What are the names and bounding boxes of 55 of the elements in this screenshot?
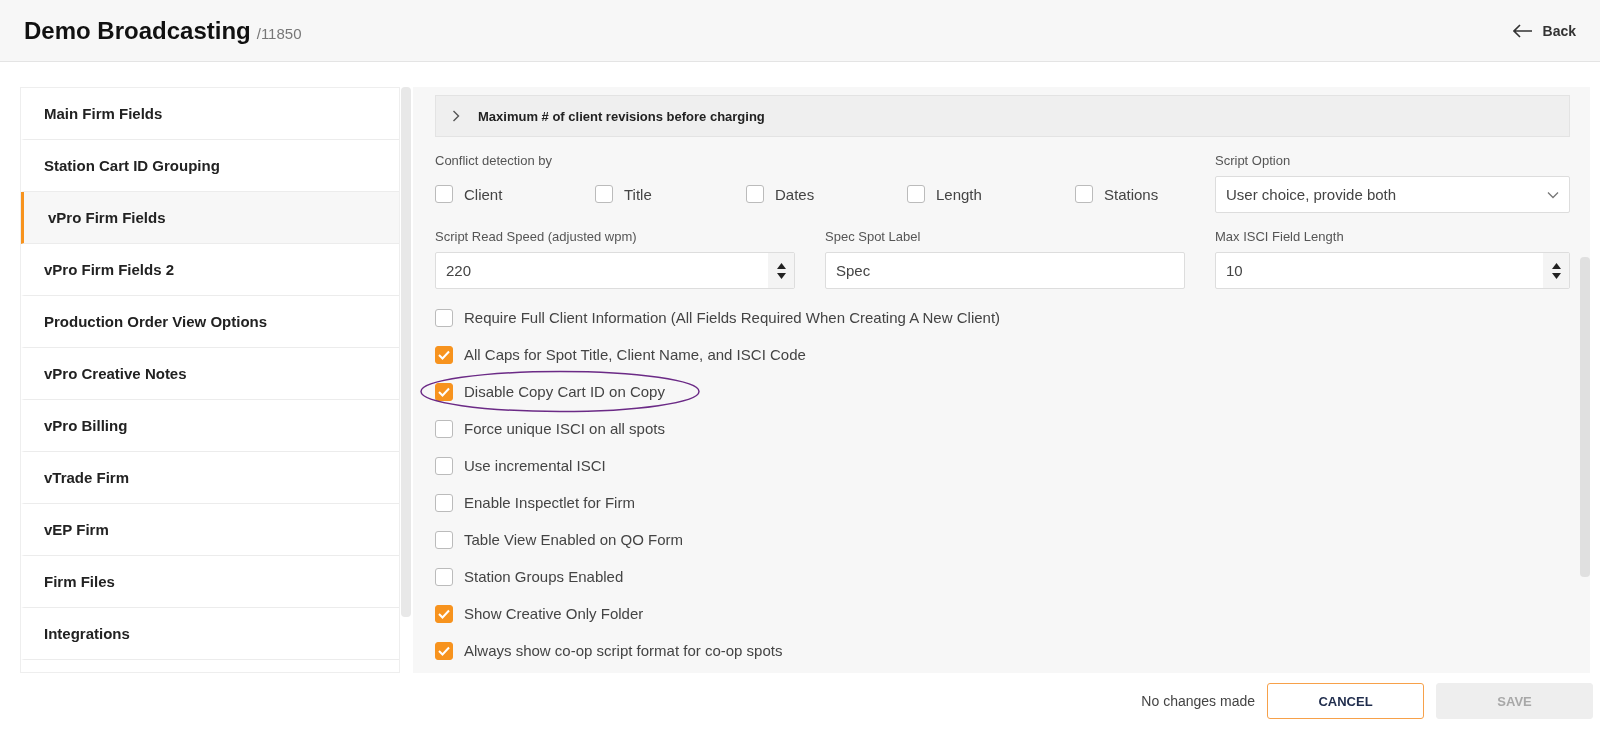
checkbox-label: Stations bbox=[1104, 185, 1159, 203]
checkbox-label: Station Groups Enabled bbox=[464, 568, 624, 585]
checkbox[interactable] bbox=[907, 185, 925, 203]
accordion-header[interactable]: Maximum # of client revisions before charging bbox=[435, 95, 1570, 137]
checkbox[interactable] bbox=[435, 530, 453, 549]
input-field[interactable]: 220 bbox=[435, 252, 795, 289]
spin-up-icon[interactable] bbox=[776, 262, 786, 269]
field-label: Max ISCI Field Length bbox=[1215, 229, 1345, 244]
checkbox-label: Force unique ISCI on all spots bbox=[464, 420, 665, 437]
checkbox-label: Always show co-op script format for co-op spots bbox=[464, 642, 783, 659]
chevron-right-icon bbox=[452, 110, 460, 122]
checkbox-label: Disable Copy Cart ID on Copy bbox=[464, 383, 665, 400]
input-field[interactable]: 10 bbox=[1215, 252, 1570, 289]
checkbox-label: Length bbox=[936, 185, 982, 203]
script-option-select[interactable]: User choice, provide both bbox=[1215, 176, 1570, 213]
field-label: Conflict detection by bbox=[435, 153, 554, 168]
scrollbar[interactable] bbox=[1580, 257, 1590, 577]
checkbox[interactable] bbox=[435, 493, 453, 512]
checkbox-label: Title bbox=[624, 185, 652, 203]
field-label: Spec Spot Label bbox=[825, 229, 922, 244]
spin-down-icon[interactable] bbox=[776, 272, 786, 279]
checkbox-label: Enable Inspectlet for Firm bbox=[464, 494, 635, 511]
arrow-left-icon bbox=[1512, 23, 1533, 38]
checkbox[interactable] bbox=[595, 185, 613, 203]
accordion-title: Maximum # of client revisions before charging bbox=[478, 108, 765, 124]
field-label: Script Read Speed (adjusted wpm) bbox=[435, 229, 638, 244]
checkbox[interactable] bbox=[746, 185, 764, 203]
firm-id: /11850 bbox=[256, 24, 302, 42]
checkbox[interactable] bbox=[435, 382, 453, 401]
input-field[interactable]: Spec bbox=[825, 252, 1185, 289]
spin-down-icon[interactable] bbox=[1551, 272, 1561, 279]
field-label: Script Option bbox=[1215, 153, 1292, 168]
checkbox[interactable] bbox=[435, 345, 453, 364]
spin-up-icon[interactable] bbox=[1551, 262, 1561, 269]
chevron-down-icon bbox=[1547, 190, 1559, 199]
checkbox-label: Client bbox=[464, 185, 503, 203]
checkbox[interactable] bbox=[1075, 185, 1093, 203]
checkbox[interactable] bbox=[435, 185, 453, 203]
back-button[interactable]: Back bbox=[1512, 22, 1576, 39]
sidebar-item[interactable]: vPro Firm Fields bbox=[21, 192, 399, 244]
checkbox[interactable] bbox=[435, 567, 453, 586]
checkbox-label: Use incremental ISCI bbox=[464, 457, 606, 474]
checkbox-label: Dates bbox=[775, 185, 815, 203]
checkbox[interactable] bbox=[435, 456, 453, 475]
checkbox-label: Table View Enabled on QO Form bbox=[464, 531, 683, 548]
checkbox[interactable] bbox=[435, 604, 453, 623]
checkbox-label: Require Full Client Information (All Fields Required When Creating A New Client) bbox=[464, 309, 1001, 326]
page-title: Demo Broadcasting bbox=[24, 16, 251, 45]
checkbox-label: All Caps for Spot Title, Client Name, and ISCI Code bbox=[464, 346, 806, 363]
checkbox-label: Show Creative Only Folder bbox=[464, 605, 644, 622]
checkbox[interactable] bbox=[435, 419, 453, 438]
checkbox[interactable] bbox=[435, 308, 453, 327]
cancel-button[interactable]: CANCEL bbox=[1267, 683, 1424, 719]
checkbox[interactable] bbox=[435, 641, 453, 660]
status-text: No changes made bbox=[1141, 693, 1255, 709]
